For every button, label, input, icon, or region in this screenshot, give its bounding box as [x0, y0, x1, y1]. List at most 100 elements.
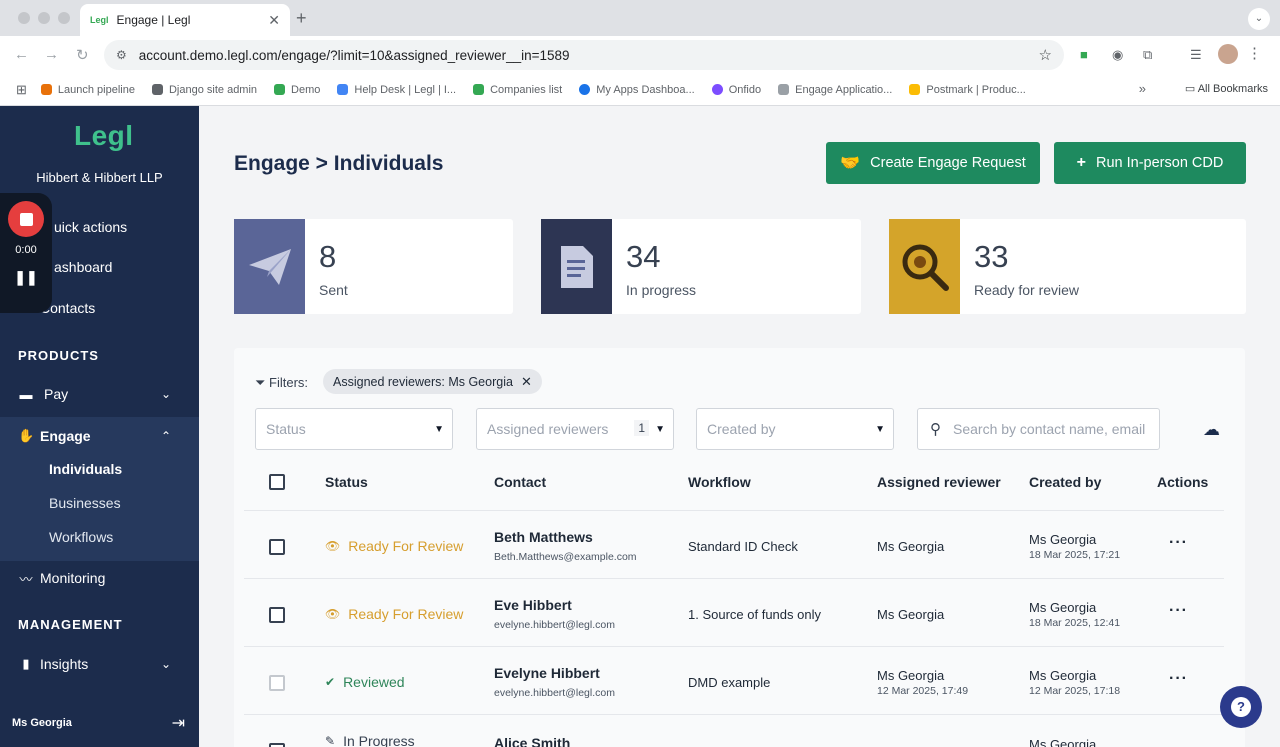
- search-input[interactable]: ⚲ Search by contact name, email: [917, 408, 1160, 450]
- status-select[interactable]: Status ▼: [255, 408, 453, 450]
- close-window-button[interactable]: [18, 12, 30, 24]
- products-section-title: PRODUCTS: [18, 348, 99, 363]
- stat-label: Ready for review: [974, 282, 1080, 298]
- stat-card-in-progress[interactable]: 34 In progress: [541, 219, 861, 314]
- recording-timer: 0:00: [15, 244, 37, 256]
- row-actions-menu[interactable]: ···: [1169, 534, 1188, 552]
- sidebar-subitem-workflows[interactable]: Workflows: [49, 529, 113, 545]
- reading-list-icon[interactable]: ☰: [1190, 47, 1202, 63]
- bookmark-item[interactable]: Launch pipeline: [40, 84, 135, 96]
- bookmark-star-icon[interactable]: ☆: [1039, 46, 1052, 64]
- bookmark-item[interactable]: Postmark | Produc...: [909, 84, 1026, 96]
- row-checkbox[interactable]: [269, 743, 285, 747]
- extension-icon[interactable]: ■: [1080, 47, 1088, 62]
- maximize-window-button[interactable]: [58, 12, 70, 24]
- row-actions-menu[interactable]: ···: [1169, 602, 1188, 620]
- plus-icon: +: [1076, 154, 1086, 171]
- stat-card-ready-for-review[interactable]: 33 Ready for review: [889, 219, 1246, 314]
- magnifier-icon: [889, 219, 960, 314]
- legl-logo[interactable]: Legl: [74, 120, 134, 152]
- address-bar[interactable]: ⚙ account.demo.legl.com/engage/?limit=10…: [104, 40, 1064, 70]
- contact-name[interactable]: Alice Smith: [494, 735, 570, 747]
- sidebar-item-monitoring[interactable]: 〰 Monitoring: [0, 558, 199, 598]
- sidebar-subitem-businesses[interactable]: Businesses: [49, 495, 121, 511]
- bookmark-item[interactable]: Onfido: [711, 84, 761, 96]
- workflow-name: 1. Source of funds only: [688, 607, 821, 622]
- bookmark-favicon-icon: [909, 84, 921, 95]
- created-by: Ms Georgia: [1029, 600, 1097, 615]
- minimize-window-button[interactable]: [38, 12, 50, 24]
- contact-email: evelyne.hibbert@legl.com: [494, 619, 615, 631]
- extensions-puzzle-icon[interactable]: ⧉: [1143, 47, 1152, 63]
- help-chat-button[interactable]: ?: [1220, 686, 1262, 728]
- row-checkbox[interactable]: [269, 607, 285, 623]
- contact-name[interactable]: Beth Matthews: [494, 529, 593, 545]
- filter-chip[interactable]: Assigned reviewers: Ms Georgia ✕: [323, 369, 542, 394]
- sidebar-subitem-individuals[interactable]: Individuals: [49, 461, 122, 477]
- sidebar-item-pay[interactable]: ▬ Pay ⌄: [0, 374, 199, 414]
- profile-avatar[interactable]: [1218, 44, 1238, 64]
- contact-name[interactable]: Eve Hibbert: [494, 597, 572, 613]
- bookmark-favicon-icon: [778, 84, 790, 95]
- bookmark-item[interactable]: My Apps Dashboa...: [579, 84, 695, 96]
- created-by-select[interactable]: Created by ▼: [696, 408, 894, 450]
- all-bookmarks-folder[interactable]: ▭ All Bookmarks: [1185, 82, 1268, 95]
- contact-name[interactable]: Evelyne Hibbert: [494, 665, 600, 681]
- column-header-contact[interactable]: Contact: [494, 474, 546, 490]
- contact-email: evelyne.hibbert@legl.com: [494, 687, 615, 699]
- extension-icon[interactable]: ◉: [1112, 47, 1123, 63]
- bookmark-item[interactable]: Django site admin: [151, 84, 257, 96]
- created-by: Ms Georgia: [1029, 532, 1097, 547]
- download-cloud-icon[interactable]: ☁: [1203, 420, 1220, 440]
- more-bookmarks-icon[interactable]: »: [1139, 81, 1146, 96]
- column-header-created-by[interactable]: Created by: [1029, 474, 1101, 490]
- status-badge: 👁 Ready For Review: [325, 538, 463, 554]
- row-checkbox[interactable]: [269, 539, 285, 555]
- browser-tab[interactable]: Legl Engage | Legl ✕: [80, 4, 290, 36]
- column-header-workflow[interactable]: Workflow: [688, 474, 751, 490]
- bookmarks-bar: ⊞ Launch pipeline Django site admin Demo…: [0, 74, 1280, 106]
- bookmark-item[interactable]: Engage Applicatio...: [778, 84, 892, 96]
- select-all-checkbox[interactable]: [269, 474, 285, 490]
- logout-icon[interactable]: ⇥: [172, 713, 185, 733]
- site-settings-icon[interactable]: ⚙: [116, 48, 127, 62]
- status-text: Reviewed: [343, 674, 405, 690]
- forward-icon[interactable]: →: [44, 46, 59, 63]
- sidebar-item-insights[interactable]: ▮ Insights ⌄: [0, 644, 199, 684]
- created-date: 18 Mar 2025, 12:41: [1029, 617, 1121, 629]
- row-actions-menu[interactable]: ···: [1169, 670, 1188, 688]
- row-checkbox[interactable]: [269, 675, 285, 691]
- divider: [244, 578, 1224, 579]
- paper-plane-icon: [234, 219, 305, 314]
- bookmark-item[interactable]: Help Desk | Legl | I...: [337, 84, 456, 96]
- bookmark-favicon-icon: [151, 84, 163, 95]
- create-engage-request-button[interactable]: 🤝 Create Engage Request: [826, 142, 1040, 184]
- sidebar-item-label: Pay: [44, 386, 69, 402]
- document-icon: [541, 219, 612, 314]
- column-header-assigned-reviewer[interactable]: Assigned reviewer: [877, 474, 1001, 490]
- created-date: 12 Mar 2025, 17:18: [1029, 685, 1121, 697]
- tab-search-icon[interactable]: ⌄: [1248, 8, 1270, 30]
- close-tab-icon[interactable]: ✕: [268, 12, 280, 29]
- assigned-reviewers-select[interactable]: Assigned reviewers 1 ▼: [476, 408, 674, 450]
- close-icon[interactable]: ✕: [521, 374, 532, 390]
- chevron-up-icon: ⌃: [160, 429, 171, 443]
- bookmark-item[interactable]: Demo: [274, 84, 320, 96]
- back-icon[interactable]: ←: [14, 46, 29, 63]
- chevron-down-icon: ⌄: [160, 657, 171, 671]
- reviewed-date: 12 Mar 2025, 17:49: [877, 685, 969, 697]
- browser-menu-icon[interactable]: ⋮: [1247, 44, 1262, 62]
- screen-recorder-widget: 0:00 ❚❚: [0, 193, 52, 313]
- bar-chart-icon: ▮: [22, 656, 30, 671]
- sidebar-item-engage[interactable]: ✋ Engage ⌃: [0, 416, 199, 456]
- pause-recording-button[interactable]: ❚❚: [0, 269, 52, 286]
- stop-recording-button[interactable]: [8, 201, 44, 237]
- stat-card-sent[interactable]: 8 Sent: [234, 219, 513, 314]
- divider: [244, 714, 1224, 715]
- bookmark-item[interactable]: Companies list: [473, 84, 562, 96]
- reload-icon[interactable]: ↻: [76, 46, 89, 64]
- new-tab-icon[interactable]: +: [296, 8, 307, 29]
- column-header-status[interactable]: Status: [325, 474, 368, 490]
- apps-grid-icon[interactable]: ⊞: [16, 82, 27, 98]
- run-in-person-cdd-button[interactable]: + Run In-person CDD: [1054, 142, 1246, 184]
